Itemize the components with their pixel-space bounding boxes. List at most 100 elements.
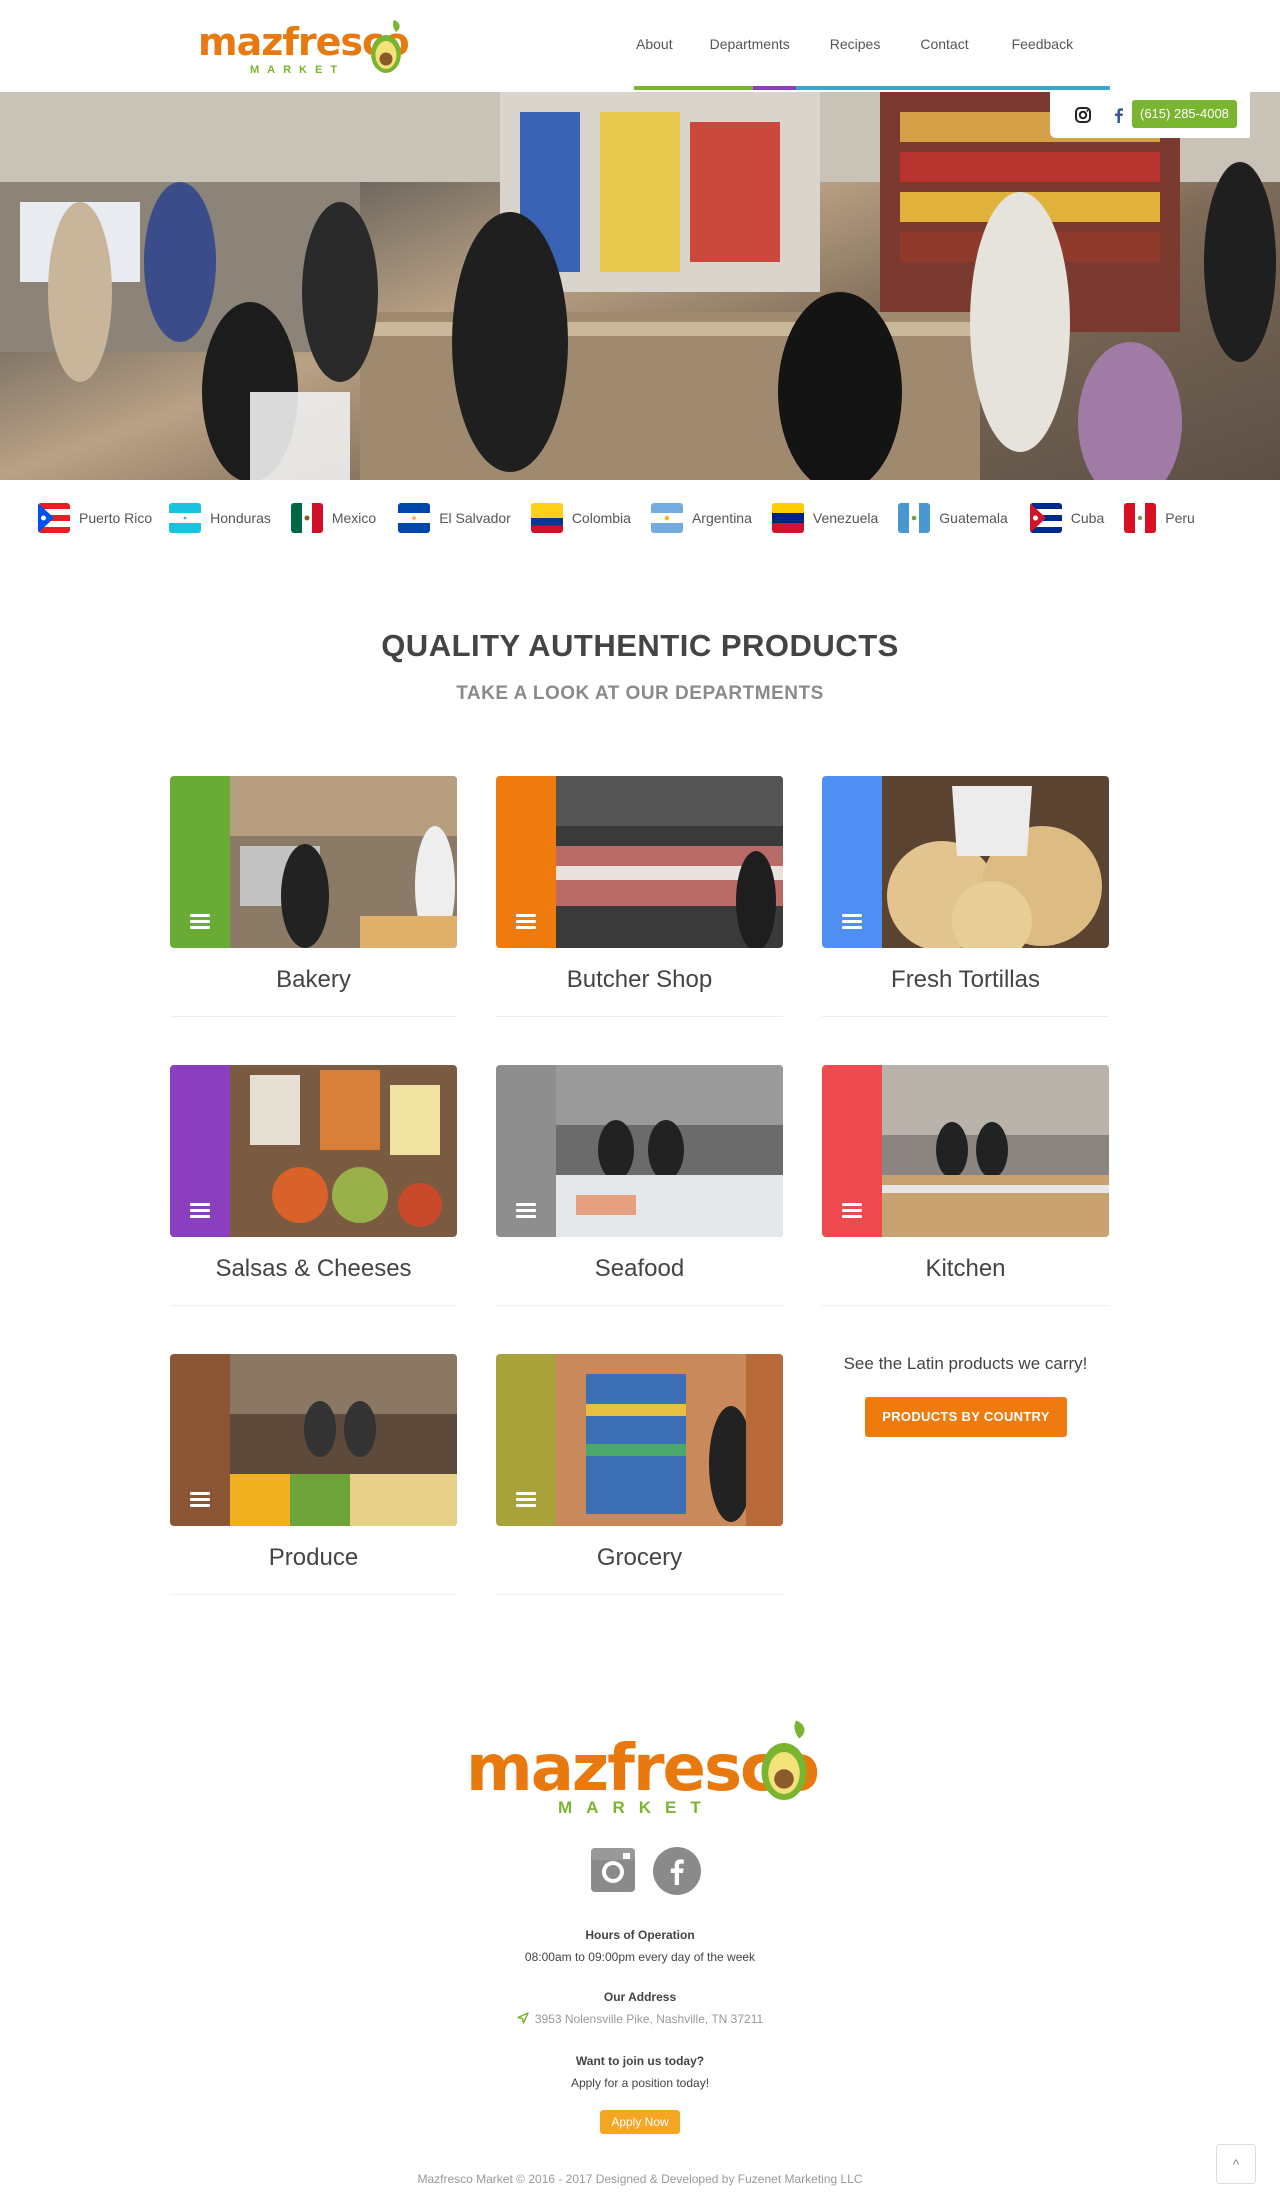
back-to-top-button[interactable]: ^ (1216, 2144, 1256, 2184)
dept-card-kitchen[interactable]: Kitchen (822, 1065, 1109, 1306)
country-label: Colombia (571, 510, 631, 526)
dept-card-seafood[interactable]: Seafood (496, 1065, 783, 1306)
puerto-rico-flag-icon (38, 503, 70, 533)
country-bar: Puerto Rico Honduras Mexico El Salvador … (38, 500, 1258, 536)
dept-card-salsas-cheeses[interactable]: Salsas & Cheeses (170, 1065, 457, 1306)
nav-recipes[interactable]: Recipes (830, 30, 881, 58)
honduras-flag-icon (169, 503, 202, 533)
dept-name: Bakery (276, 966, 351, 993)
dept-tile[interactable] (496, 1065, 783, 1237)
dept-card-produce[interactable]: Produce (170, 1354, 457, 1595)
country-colombia[interactable]: Colombia (530, 502, 631, 534)
hours-title: Hours of Operation (585, 1928, 695, 1942)
country-label: Argentina (691, 510, 752, 526)
footer-logo[interactable]: mazfresco MARKET (466, 1710, 820, 1820)
logo-market: MARKET (250, 64, 346, 76)
dept-tile[interactable] (822, 776, 1109, 948)
country-mexico[interactable]: Mexico (290, 502, 377, 534)
dept-name: Grocery (596, 1544, 683, 1571)
menu-icon (516, 1492, 536, 1508)
country-cuba[interactable]: Cuba (1029, 502, 1104, 534)
dept-name: Produce (268, 1544, 359, 1571)
instagram-icon[interactable] (1074, 106, 1092, 124)
menu-icon (842, 1203, 862, 1219)
dept-tile[interactable] (822, 1065, 1109, 1237)
apply-now-button[interactable]: Apply Now (600, 2110, 680, 2134)
country-puerto-rico[interactable]: Puerto Rico (38, 502, 152, 534)
dept-photo (230, 1065, 457, 1237)
country-el-salvador[interactable]: El Salvador (398, 502, 511, 534)
dept-photo (882, 1065, 1109, 1237)
menu-icon (190, 914, 210, 930)
country-label: El Salvador (439, 510, 511, 526)
country-argentina[interactable]: Argentina (650, 502, 752, 534)
cuba-flag-icon (1029, 503, 1062, 533)
argentina-flag-icon (650, 503, 683, 533)
dept-name: Butcher Shop (566, 966, 713, 993)
dept-card-butcher-shop[interactable]: Butcher Shop (496, 776, 783, 1017)
dept-tile[interactable] (496, 776, 783, 948)
country-label: Peru (1165, 510, 1195, 526)
country-label: Venezuela (812, 510, 879, 526)
country-label: Mexico (331, 510, 377, 526)
location-arrow-icon (517, 2012, 529, 2024)
dept-name: Seafood (594, 1255, 685, 1282)
nav-departments[interactable]: Departments (710, 30, 790, 58)
hero-photo-illustration (0, 92, 1280, 480)
country-guatemala[interactable]: Guatemala (898, 502, 1008, 534)
country-peru[interactable]: Peru (1124, 502, 1195, 534)
peru-flag-icon (1124, 503, 1157, 533)
nav-about[interactable]: About (636, 30, 673, 58)
dept-tile[interactable] (170, 1065, 457, 1237)
address-text: 3953 Nolensville Pike, Nashville, TN 372… (534, 2012, 764, 2026)
divider (170, 1594, 457, 1595)
chevron-up-icon: ^ (1232, 2156, 1240, 2172)
avocado-icon (761, 1720, 807, 1800)
main-nav: About Departments Recipes Contact Feedba… (636, 30, 1073, 58)
join-text: Apply for a position today! (570, 2076, 710, 2090)
dept-name: Kitchen (925, 1255, 1006, 1282)
divider (170, 1305, 457, 1306)
divider (170, 1016, 457, 1017)
divider (496, 1016, 783, 1017)
nav-contact[interactable]: Contact (920, 30, 968, 58)
site-logo[interactable]: mazfresco MARKET (198, 8, 410, 78)
divider (822, 1016, 1109, 1017)
dept-card-grocery[interactable]: Grocery (496, 1354, 783, 1595)
divider (496, 1305, 783, 1306)
dept-photo (556, 1065, 783, 1237)
nav-accent-bar (634, 86, 1110, 90)
avocado-icon (371, 20, 401, 73)
facebook-icon[interactable] (1110, 106, 1128, 124)
mexico-flag-icon (290, 503, 323, 533)
site-header: mazfresco MARKET About Departments Recip… (0, 0, 1280, 92)
dept-photo (230, 1354, 457, 1526)
menu-icon (516, 914, 536, 930)
nav-feedback[interactable]: Feedback (1012, 30, 1073, 58)
country-venezuela[interactable]: Venezuela (771, 502, 879, 534)
venezuela-flag-icon (771, 503, 804, 533)
menu-icon (190, 1203, 210, 1219)
facebook-icon[interactable] (653, 1847, 701, 1895)
dept-tile[interactable] (170, 1354, 457, 1526)
instagram-icon[interactable] (590, 1847, 636, 1893)
products-by-country-button[interactable]: PRODUCTS BY COUNTRY (865, 1397, 1067, 1437)
colombia-flag-icon (530, 503, 563, 533)
el-salvador-flag-icon (398, 503, 431, 533)
dept-name: Fresh Tortillas (891, 966, 1040, 993)
copyright-text: Mazfresco Market © 2016 - 2017 Designed … (417, 2172, 863, 2186)
dept-tile[interactable] (496, 1354, 783, 1526)
phone-number[interactable]: (615) 285-4008 (1132, 100, 1237, 128)
section-subtitle: TAKE A LOOK AT OUR DEPARTMENTS (456, 683, 824, 704)
dept-tile[interactable] (170, 776, 457, 948)
guatemala-flag-icon (898, 503, 931, 533)
address-line[interactable]: 3953 Nolensville Pike, Nashville, TN 372… (0, 2012, 1280, 2026)
join-title: Want to join us today? (575, 2054, 705, 2068)
menu-icon (516, 1203, 536, 1219)
menu-icon (190, 1492, 210, 1508)
dept-card-bakery[interactable]: Bakery (170, 776, 457, 1017)
dept-card-fresh-tortillas[interactable]: Fresh Tortillas (822, 776, 1109, 1017)
country-honduras[interactable]: Honduras (169, 502, 271, 534)
latin-products-text: See the Latin products we carry! (843, 1354, 1088, 1373)
hero-image (0, 92, 1280, 480)
